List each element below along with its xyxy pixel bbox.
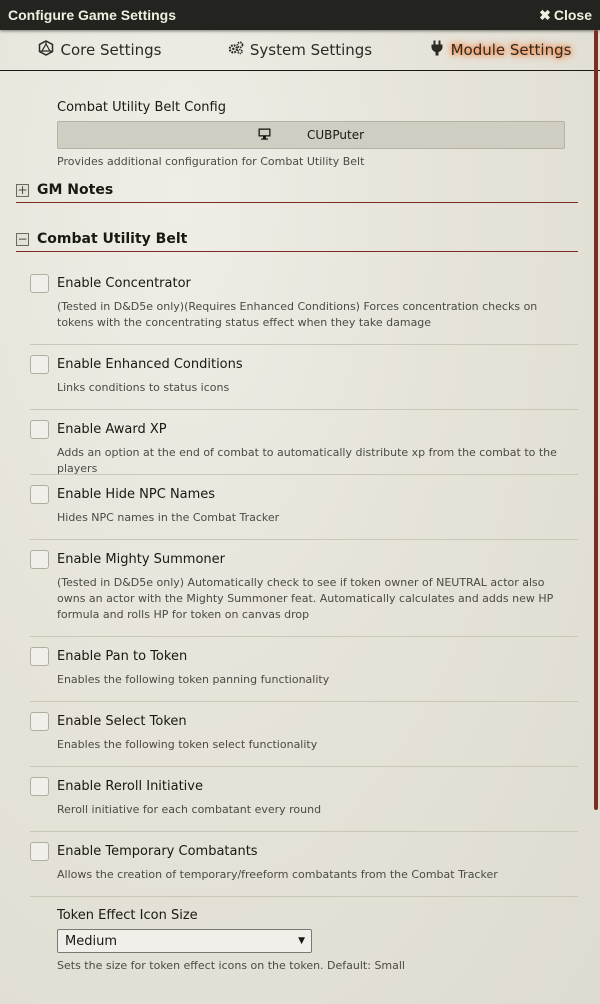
setting-label: Enable Concentrator (57, 276, 191, 291)
setting-hint: Enables the following token select funct… (57, 738, 318, 751)
settings-content: Combat Utility Belt Config CUBPuter Prov… (0, 72, 592, 1004)
setting-label: Enable Select Token (57, 714, 187, 729)
setting-label: Enable Temporary Combatants (57, 844, 258, 859)
module-header-gm-notes[interactable]: + GM Notes (16, 178, 578, 203)
plug-icon (429, 40, 445, 60)
setting-enable-mighty-summoner: Enable Mighty Summoner (Tested in D&D5e … (30, 550, 578, 637)
settings-tabs: Core Settings System Settings Module Set… (0, 30, 600, 71)
d20-icon (38, 40, 54, 60)
settings-window: Configure Game Settings ✖ Close Core Set… (0, 0, 600, 1004)
setting-enable-award-xp: Enable Award XP Adds an option at the en… (30, 420, 578, 475)
concentrator-checkbox[interactable] (30, 274, 49, 293)
hide-npc-names-checkbox[interactable] (30, 485, 49, 504)
cubputer-button[interactable]: CUBPuter (57, 121, 565, 149)
setting-enable-hide-npc-names: Enable Hide NPC Names Hides NPC names in… (30, 485, 578, 540)
setting-label: Enable Award XP (57, 422, 167, 437)
award-xp-checkbox[interactable] (30, 420, 49, 439)
module-header-combat-utility-belt[interactable]: − Combat Utility Belt (16, 227, 578, 252)
setting-label: Enable Enhanced Conditions (57, 357, 243, 372)
tab-label: System Settings (249, 41, 373, 59)
setting-enable-reroll-initiative: Enable Reroll Initiative Reroll initiati… (30, 777, 578, 832)
enhanced-conditions-checkbox[interactable] (30, 355, 49, 374)
setting-hint: Provides additional configuration for Co… (57, 155, 365, 168)
setting-hint: Links conditions to status icons (57, 381, 230, 394)
setting-label: Token Effect Icon Size (57, 908, 198, 923)
setting-hint: Sets the size for token effect icons on … (57, 959, 405, 972)
setting-hint: Adds an option at the end of combat to a… (57, 446, 557, 475)
tab-label: Core Settings (60, 41, 162, 59)
setting-enable-pan-to-token: Enable Pan to Token Enables the followin… (30, 647, 578, 702)
setting-label: Enable Pan to Token (57, 649, 188, 664)
dropdown-arrow-icon: ▼ (298, 936, 305, 946)
temporary-combatants-checkbox[interactable] (30, 842, 49, 861)
module-name: GM Notes (37, 182, 114, 198)
tab-system-settings[interactable]: System Settings (200, 30, 400, 70)
tab-module-settings[interactable]: Module Settings (400, 30, 600, 70)
cubputer-label: CUBPuter (306, 128, 365, 142)
setting-enable-temporary-combatants: Enable Temporary Combatants Allows the c… (30, 842, 578, 897)
setting-hint: Allows the creation of temporary/freefor… (57, 868, 498, 881)
mighty-summoner-checkbox[interactable] (30, 550, 49, 569)
collapse-icon[interactable]: − (16, 232, 29, 246)
setting-hint: (Tested in D&D5e only)(Requires Enhanced… (57, 300, 538, 329)
select-value: Medium (65, 933, 117, 949)
setting-label: Enable Reroll Initiative (57, 779, 203, 794)
setting-hint: Hides NPC names in the Combat Tracker (57, 511, 280, 524)
menu-setting-cub-config: Combat Utility Belt Config CUBPuter Prov… (57, 100, 565, 168)
scrollbar[interactable] (594, 30, 598, 810)
tab-core-settings[interactable]: Core Settings (0, 30, 200, 70)
setting-enable-select-token: Enable Select Token Enables the followin… (30, 712, 578, 767)
setting-token-effect-icon-size: Token Effect Icon Size Medium ▼ Sets the… (57, 908, 565, 972)
setting-label: Combat Utility Belt Config (57, 100, 226, 115)
setting-enable-concentrator: Enable Concentrator (Tested in D&D5e onl… (30, 274, 578, 345)
setting-label: Enable Mighty Summoner (57, 552, 226, 567)
window-titlebar[interactable]: Configure Game Settings ✖ Close (0, 0, 600, 30)
select-token-checkbox[interactable] (30, 712, 49, 731)
close-label: Close (553, 7, 592, 23)
setting-hint: (Tested in D&D5e only) Automatically che… (57, 576, 554, 621)
setting-enable-enhanced-conditions: Enable Enhanced Conditions Links conditi… (30, 355, 578, 410)
module-name: Combat Utility Belt (37, 231, 188, 247)
gears-icon (228, 40, 244, 60)
setting-hint: Enables the following token panning func… (57, 673, 330, 686)
desktop-icon (258, 128, 271, 143)
setting-label: Enable Hide NPC Names (57, 487, 216, 502)
tab-label: Module Settings (450, 41, 572, 59)
window-title: Configure Game Settings (8, 7, 177, 23)
close-icon: ✖ (539, 6, 551, 23)
icon-size-select[interactable]: Medium ▼ (57, 929, 312, 953)
expand-icon[interactable]: + (16, 183, 29, 197)
pan-to-token-checkbox[interactable] (30, 647, 49, 666)
setting-hint: Reroll initiative for each combatant eve… (57, 803, 322, 816)
reroll-initiative-checkbox[interactable] (30, 777, 49, 796)
close-button[interactable]: ✖ Close (539, 7, 592, 24)
